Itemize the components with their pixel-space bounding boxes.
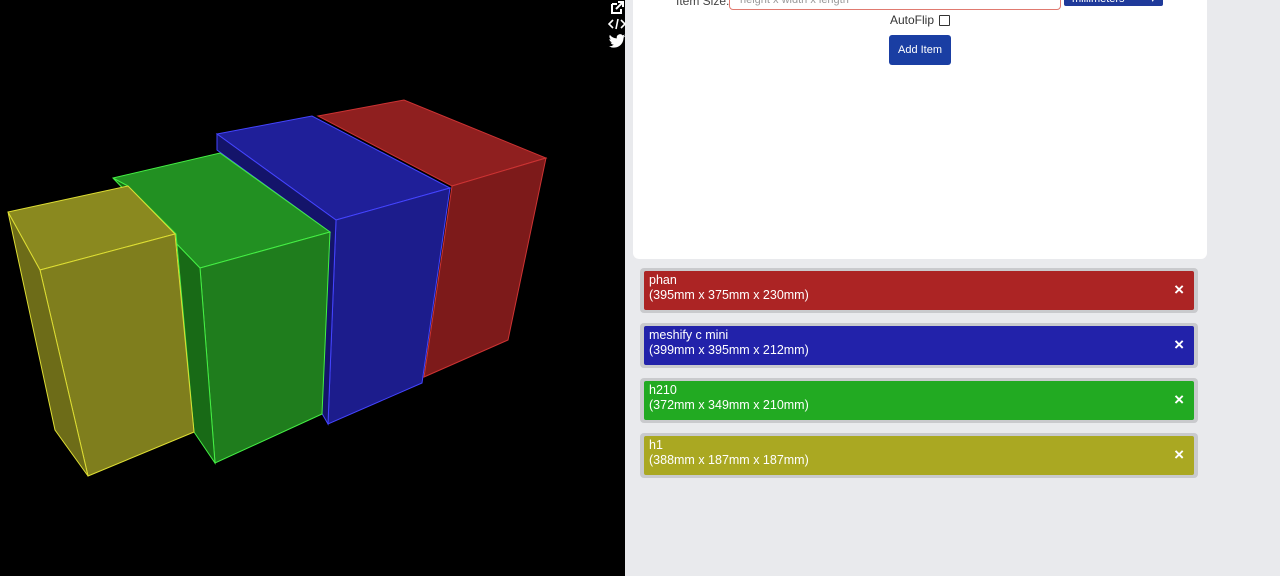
item-name: meshify c mini: [649, 328, 729, 342]
remove-item-button[interactable]: ×: [1174, 390, 1184, 410]
item-size-label: Item Size:: [676, 0, 730, 8]
share-icon[interactable]: [607, 0, 627, 16]
unit-select-value: millimeters: [1072, 0, 1125, 5]
embed-code-icon[interactable]: [607, 16, 627, 32]
list-item: phan (395mm x 375mm x 230mm) ×: [640, 268, 1198, 313]
remove-item-button[interactable]: ×: [1174, 280, 1184, 300]
item-list: phan (395mm x 375mm x 230mm) × meshify c…: [640, 268, 1198, 488]
autoflip-checkbox[interactable]: [939, 14, 951, 26]
remove-item-button[interactable]: ×: [1174, 445, 1184, 465]
item-dimensions: (399mm x 395mm x 212mm): [649, 343, 809, 357]
remove-item-button[interactable]: ×: [1174, 335, 1184, 355]
add-item-button[interactable]: Add Item: [889, 35, 951, 65]
chevron-down-icon: ▾: [1150, 0, 1155, 5]
list-item: meshify c mini (399mm x 395mm x 212mm) ×: [640, 323, 1198, 368]
list-item: h1 (388mm x 187mm x 187mm) ×: [640, 433, 1198, 478]
item-card: meshify c mini (399mm x 395mm x 212mm) ×: [644, 326, 1194, 365]
item-name: h210: [649, 383, 677, 397]
list-item: h210 (372mm x 349mm x 210mm) ×: [640, 378, 1198, 423]
unit-select[interactable]: millimeters ▾: [1064, 0, 1163, 6]
packing-scene: [7, 99, 548, 477]
item-dimensions: (372mm x 349mm x 210mm): [649, 398, 809, 412]
box-h1: [7, 185, 195, 477]
item-size-input[interactable]: [729, 0, 1061, 10]
item-dimensions: (395mm x 375mm x 230mm): [649, 288, 809, 302]
autoflip-toggle[interactable]: AutoFlip: [890, 13, 951, 27]
3d-packing-viewer[interactable]: [0, 0, 625, 576]
item-card: h1 (388mm x 187mm x 187mm) ×: [644, 436, 1194, 475]
item-name: h1: [649, 438, 663, 452]
item-card: h210 (372mm x 349mm x 210mm) ×: [644, 381, 1194, 420]
twitter-icon[interactable]: [607, 33, 627, 49]
autoflip-label: AutoFlip: [890, 13, 935, 27]
item-name: phan: [649, 273, 677, 287]
item-dimensions: (388mm x 187mm x 187mm): [649, 453, 809, 467]
item-card: phan (395mm x 375mm x 230mm) ×: [644, 271, 1194, 310]
